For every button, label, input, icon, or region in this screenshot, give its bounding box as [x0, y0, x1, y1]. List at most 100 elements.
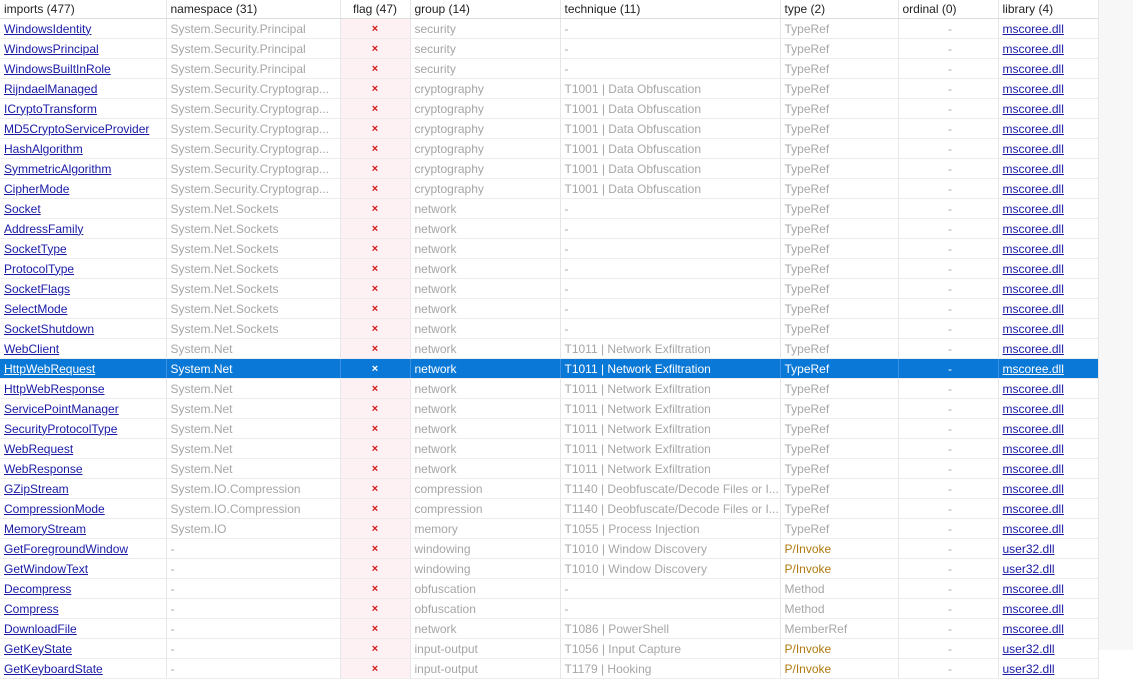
table-row[interactable]: WebResponse System.Net × network T1011 | Net… [0, 458, 1099, 479]
library-link[interactable]: mscoree.dll [1003, 202, 1064, 216]
cell-import[interactable]: GZipStream [0, 478, 167, 499]
cell-library[interactable]: mscoree.dll [998, 378, 1099, 399]
cell-library[interactable]: mscoree.dll [998, 458, 1099, 479]
cell-import[interactable]: CompressionMode [0, 498, 167, 519]
import-link[interactable]: WindowsBuiltInRole [4, 62, 111, 76]
cell-import[interactable]: HttpWebResponse [0, 378, 167, 399]
column-header-flag[interactable]: flag (47) [340, 0, 411, 19]
import-link[interactable]: GetKeyboardState [4, 662, 103, 676]
import-link[interactable]: Socket [4, 202, 41, 216]
table-row[interactable]: SocketShutdown System.Net.Sockets × network… [0, 318, 1099, 339]
cell-import[interactable]: GetForegroundWindow [0, 538, 167, 559]
cell-import[interactable]: ServicePointManager [0, 398, 167, 419]
table-row[interactable]: MD5CryptoServiceProvider System.Security.… [0, 118, 1099, 139]
library-link[interactable]: mscoree.dll [1003, 122, 1064, 136]
cell-library[interactable]: mscoree.dll [998, 178, 1099, 199]
column-header-ordinal[interactable]: ordinal (0) [898, 0, 999, 19]
cell-library[interactable]: mscoree.dll [998, 478, 1099, 499]
import-link[interactable]: SecurityProtocolType [4, 422, 117, 436]
cell-import[interactable]: MemoryStream [0, 518, 167, 539]
cell-import[interactable]: SelectMode [0, 298, 167, 319]
cell-import[interactable]: AddressFamily [0, 218, 167, 239]
cell-library[interactable]: mscoree.dll [998, 358, 1099, 379]
import-link[interactable]: AddressFamily [4, 222, 83, 236]
library-link[interactable]: mscoree.dll [1003, 382, 1064, 396]
cell-import[interactable]: SymmetricAlgorithm [0, 158, 167, 179]
library-link[interactable]: mscoree.dll [1003, 102, 1064, 116]
library-link[interactable]: mscoree.dll [1003, 282, 1064, 296]
table-row[interactable]: ICryptoTransform System.Security.Cryptogr… [0, 98, 1099, 119]
import-link[interactable]: SocketFlags [4, 282, 70, 296]
table-row[interactable]: Decompress - × obfuscation - Method - mscoree.d… [0, 578, 1099, 599]
import-link[interactable]: ServicePointManager [4, 402, 119, 416]
cell-library[interactable]: mscoree.dll [998, 338, 1099, 359]
library-link[interactable]: mscoree.dll [1003, 162, 1064, 176]
column-header-group[interactable]: group (14) [410, 0, 561, 19]
cell-library[interactable]: mscoree.dll [998, 518, 1099, 539]
cell-library[interactable]: mscoree.dll [998, 398, 1099, 419]
cell-library[interactable]: mscoree.dll [998, 418, 1099, 439]
table-row[interactable]: ProtocolType System.Net.Sockets × network - T… [0, 258, 1099, 279]
cell-import[interactable]: Socket [0, 198, 167, 219]
table-row[interactable]: GetWindowText - × windowing T1010 | Window D… [0, 558, 1099, 579]
library-link[interactable]: mscoree.dll [1003, 182, 1064, 196]
library-link[interactable]: mscoree.dll [1003, 142, 1064, 156]
cell-import[interactable]: CipherMode [0, 178, 167, 199]
cell-library[interactable]: user32.dll [998, 538, 1099, 559]
table-row[interactable]: Socket System.Net.Sockets × network - TypeRef… [0, 198, 1099, 219]
import-link[interactable]: SymmetricAlgorithm [4, 162, 111, 176]
import-link[interactable]: HashAlgorithm [4, 142, 83, 156]
cell-library[interactable]: mscoree.dll [998, 278, 1099, 299]
library-link[interactable]: mscoree.dll [1003, 522, 1064, 536]
cell-library[interactable]: mscoree.dll [998, 298, 1099, 319]
library-link[interactable]: mscoree.dll [1003, 42, 1064, 56]
table-row[interactable]: SocketType System.Net.Sockets × network - Typ… [0, 238, 1099, 259]
table-row[interactable]: SelectMode System.Net.Sockets × network - Typ… [0, 298, 1099, 319]
import-link[interactable]: GZipStream [4, 482, 69, 496]
cell-import[interactable]: ICryptoTransform [0, 98, 167, 119]
cell-library[interactable]: mscoree.dll [998, 238, 1099, 259]
import-link[interactable]: SelectMode [4, 302, 67, 316]
library-link[interactable]: mscoree.dll [1003, 302, 1064, 316]
library-link[interactable]: mscoree.dll [1003, 402, 1064, 416]
import-link[interactable]: SocketType [4, 242, 67, 256]
table-row[interactable]: GetKeyboardState - × input-output T1179 | Ho… [0, 658, 1099, 679]
import-link[interactable]: ICryptoTransform [4, 102, 97, 116]
table-row[interactable]: WindowsPrincipal System.Security.Principa… [0, 38, 1099, 59]
cell-library[interactable]: mscoree.dll [998, 118, 1099, 139]
cell-import[interactable]: WebResponse [0, 458, 167, 479]
library-link[interactable]: user32.dll [1003, 562, 1055, 576]
import-link[interactable]: WebClient [4, 342, 59, 356]
cell-import[interactable]: DownloadFile [0, 618, 167, 639]
table-row[interactable]: WebClient System.Net × network T1011 | Netwo… [0, 338, 1099, 359]
table-row[interactable]: SymmetricAlgorithm System.Security.Crypto… [0, 158, 1099, 179]
import-link[interactable]: Decompress [4, 582, 71, 596]
library-link[interactable]: mscoree.dll [1003, 442, 1064, 456]
library-link[interactable]: mscoree.dll [1003, 362, 1064, 376]
cell-library[interactable]: mscoree.dll [998, 198, 1099, 219]
cell-import[interactable]: SecurityProtocolType [0, 418, 167, 439]
table-row[interactable]: GetForegroundWindow - × windowing T1010 | Wi… [0, 538, 1099, 559]
cell-import[interactable]: WebRequest [0, 438, 167, 459]
cell-import[interactable]: ProtocolType [0, 258, 167, 279]
cell-import[interactable]: HashAlgorithm [0, 138, 167, 159]
cell-import[interactable]: GetKeyboardState [0, 658, 167, 679]
table-row[interactable]: SocketFlags System.Net.Sockets × network - Ty… [0, 278, 1099, 299]
cell-import[interactable]: HttpWebRequest [0, 358, 167, 379]
column-header-technique[interactable]: technique (11) [560, 0, 781, 19]
cell-library[interactable]: mscoree.dll [998, 438, 1099, 459]
library-link[interactable]: mscoree.dll [1003, 482, 1064, 496]
import-link[interactable]: GetForegroundWindow [4, 542, 128, 556]
cell-library[interactable]: user32.dll [998, 558, 1099, 579]
library-link[interactable]: mscoree.dll [1003, 622, 1064, 636]
cell-library[interactable]: mscoree.dll [998, 498, 1099, 519]
table-row[interactable]: WindowsIdentity System.Security.Principal… [0, 18, 1099, 39]
table-row[interactable]: MemoryStream System.IO × memory T1055 | Proc… [0, 518, 1099, 539]
library-link[interactable]: mscoree.dll [1003, 262, 1064, 276]
import-link[interactable]: DownloadFile [4, 622, 77, 636]
table-row[interactable]: GetKeyState - × input-output T1056 | Input C… [0, 638, 1099, 659]
import-link[interactable]: GetKeyState [4, 642, 72, 656]
cell-import[interactable]: GetKeyState [0, 638, 167, 659]
cell-import[interactable]: SocketFlags [0, 278, 167, 299]
table-row[interactable]: HttpWebResponse System.Net × network T1011 |… [0, 378, 1099, 399]
